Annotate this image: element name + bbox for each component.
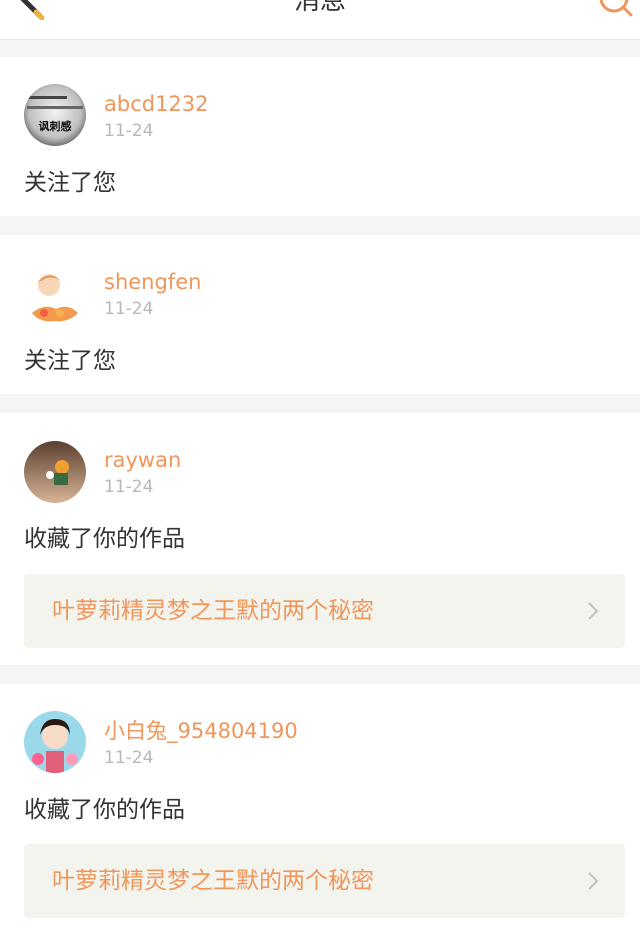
username-link[interactable]: 小白兔_954804190: [104, 718, 298, 744]
avatar-logo-text: 讽刺感: [39, 119, 72, 133]
avatar[interactable]: [24, 263, 86, 325]
timestamp: 11-24: [104, 121, 154, 141]
page-title: 消息: [293, 0, 346, 16]
chevron-right-icon: [588, 872, 599, 890]
timestamp: 11-24: [104, 748, 154, 768]
message-action: 关注了您: [24, 348, 116, 374]
work-link[interactable]: 叶萝莉精灵梦之王默的两个秘密: [24, 844, 625, 918]
timestamp: 11-24: [104, 477, 154, 497]
work-link[interactable]: 叶萝莉精灵梦之王默的两个秘密: [24, 574, 625, 648]
username-link[interactable]: abcd1232: [104, 91, 209, 117]
timestamp: 11-24: [104, 299, 154, 319]
avatar[interactable]: [24, 711, 86, 773]
top-nav-bar: 消息: [0, 0, 640, 40]
message-card: shengfen 11-24 关注了您: [0, 235, 640, 394]
avatar[interactable]: 讽刺感: [24, 84, 86, 146]
message-action: 收藏了你的作品: [24, 526, 185, 552]
work-title: 叶萝莉精灵梦之王默的两个秘密: [52, 868, 374, 894]
message-card: raywan 11-24 收藏了你的作品 叶萝莉精灵梦之王默的两个秘密: [0, 413, 640, 665]
message-card: 讽刺感 abcd1232 11-24 关注了您: [0, 57, 640, 216]
username-link[interactable]: shengfen: [104, 269, 201, 295]
username-link[interactable]: raywan: [104, 447, 181, 473]
message-card: 小白兔_954804190 11-24 收藏了你的作品 叶萝莉精灵梦之王默的两个…: [0, 684, 640, 928]
work-title: 叶萝莉精灵梦之王默的两个秘密: [52, 598, 374, 624]
chevron-right-icon: [588, 602, 599, 620]
message-action: 关注了您: [24, 170, 116, 196]
avatar[interactable]: [24, 441, 86, 503]
message-action: 收藏了你的作品: [24, 797, 185, 823]
search-icon[interactable]: [598, 0, 634, 18]
